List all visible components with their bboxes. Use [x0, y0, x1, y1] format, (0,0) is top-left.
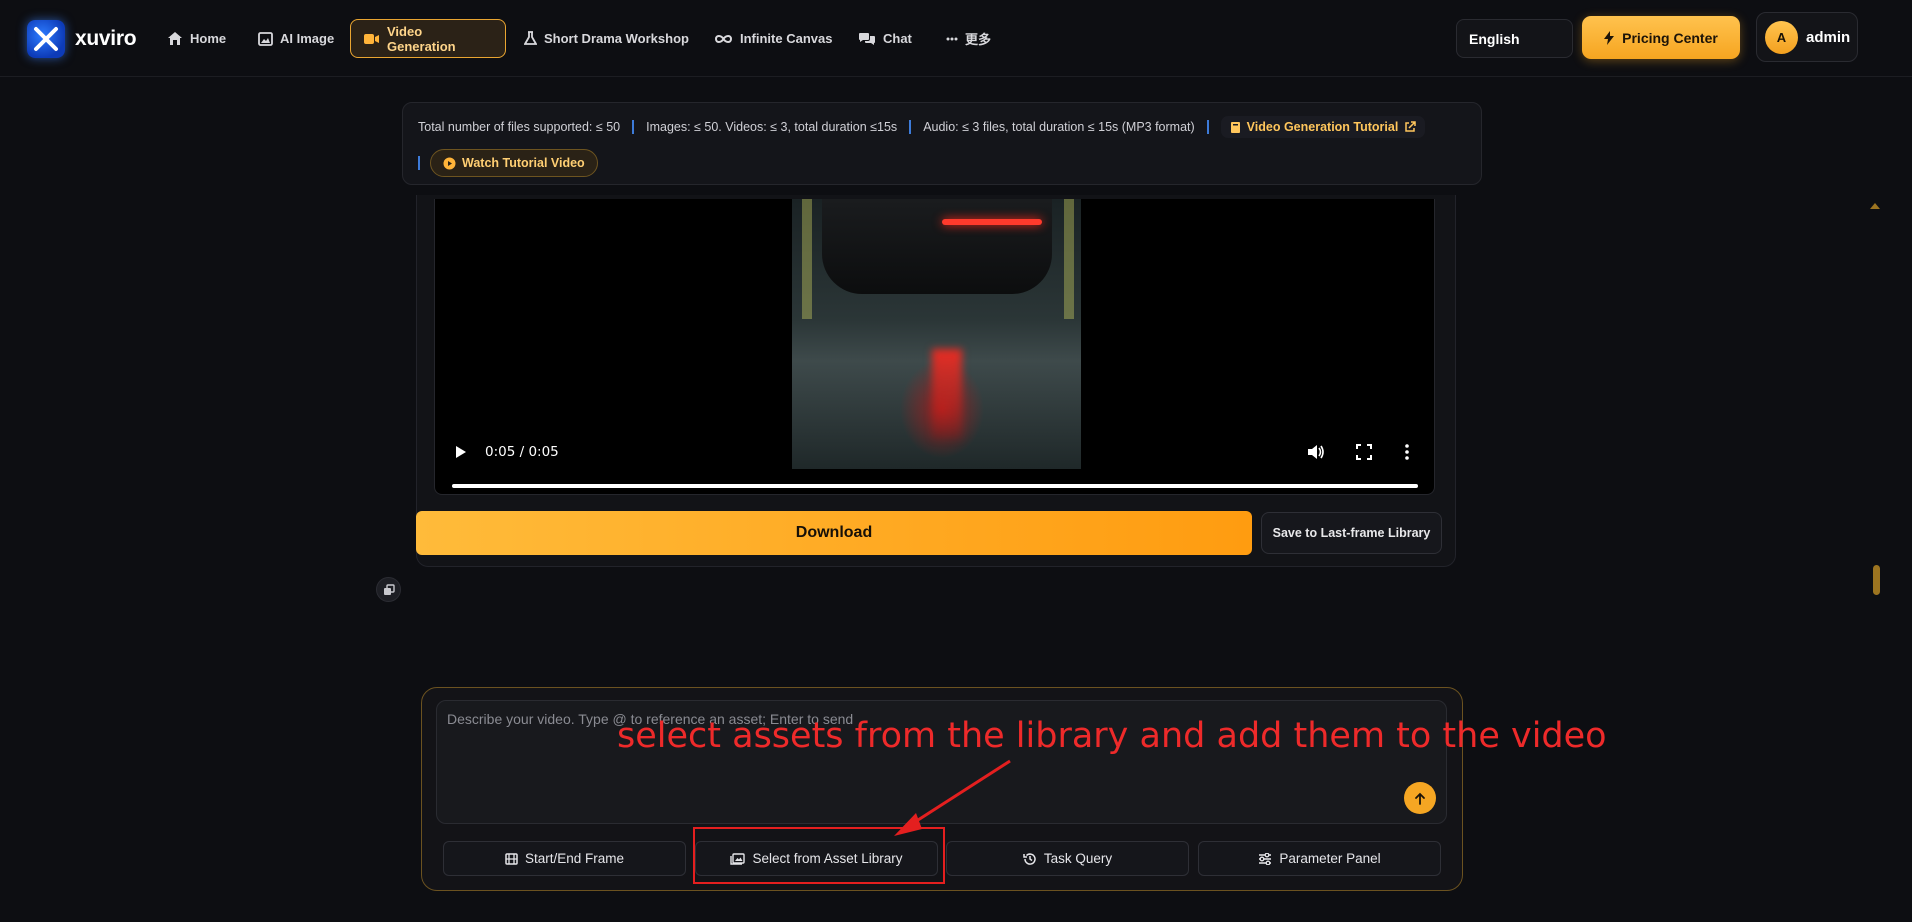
- nav-more-label: 更多: [965, 32, 992, 47]
- video-controls: 0:05 / 0:05: [435, 431, 1434, 494]
- parameter-panel-button[interactable]: Parameter Panel: [1198, 841, 1441, 876]
- nav-ai-image[interactable]: AI Image: [246, 19, 346, 58]
- separator: [909, 120, 912, 134]
- more-vertical-icon[interactable]: [1405, 444, 1409, 460]
- separator: [418, 156, 420, 170]
- nav-chat[interactable]: Chat: [846, 19, 924, 58]
- annotation-arrow-icon: [894, 759, 1011, 836]
- brand-logo[interactable]: xuviro: [27, 20, 137, 58]
- nav-home[interactable]: Home: [155, 19, 238, 58]
- user-menu[interactable]: A admin: [1756, 12, 1858, 62]
- nav-video-generation[interactable]: Video Generation: [350, 19, 506, 58]
- parking-pillar: [802, 199, 812, 319]
- nav-video-generation-label: Video Generation: [387, 23, 456, 54]
- video-player[interactable]: 0:05 / 0:05: [434, 199, 1435, 495]
- car-image: [822, 199, 1052, 294]
- user-name: admin: [1806, 28, 1851, 46]
- flask-icon: [524, 31, 537, 45]
- taillight-reflection: [932, 349, 962, 439]
- nav-infinite-canvas-label: Infinite Canvas: [740, 31, 833, 46]
- language-select[interactable]: English: [1456, 19, 1573, 58]
- book-icon: [1230, 121, 1240, 133]
- sliders-icon: [1259, 852, 1272, 865]
- parking-pillar: [1064, 199, 1074, 319]
- external-link-icon: [1405, 121, 1417, 132]
- play-icon[interactable]: [455, 445, 467, 459]
- annotation-text: select assets from the library and add t…: [617, 716, 1607, 756]
- parameter-panel-label: Parameter Panel: [1279, 851, 1381, 866]
- audio-limit: Audio: ≤ 3 files, total duration ≤ 15s (…: [923, 120, 1195, 134]
- image-icon: [258, 31, 273, 46]
- history-icon: [1023, 852, 1036, 865]
- files-total-limit: Total number of files supported: ≤ 50: [418, 120, 621, 134]
- start-end-frame-button[interactable]: Start/End Frame: [443, 841, 686, 876]
- pricing-center-label: Pricing Center: [1622, 29, 1718, 46]
- lightning-icon: [1604, 30, 1615, 45]
- watch-tutorial-label: Watch Tutorial Video: [462, 156, 585, 170]
- more-dots-icon: [946, 37, 958, 40]
- task-query-button[interactable]: Task Query: [946, 841, 1189, 876]
- volume-icon[interactable]: [1307, 444, 1325, 460]
- pricing-center-button[interactable]: Pricing Center: [1582, 16, 1740, 59]
- images-videos-limit: Images: ≤ 50. Videos: ≤ 3, total duratio…: [646, 120, 898, 134]
- start-end-frame-label: Start/End Frame: [524, 851, 625, 866]
- nav-short-drama-label: Short Drama Workshop: [544, 31, 689, 46]
- car-taillight: [942, 219, 1042, 225]
- scroll-up-arrow-icon[interactable]: [1870, 203, 1880, 209]
- task-query-label: Task Query: [1043, 851, 1113, 866]
- download-button[interactable]: Download: [416, 511, 1252, 555]
- arrow-up-icon: [1415, 792, 1425, 805]
- watch-tutorial-button[interactable]: Watch Tutorial Video: [430, 149, 598, 177]
- nav-more[interactable]: 更多: [934, 19, 1003, 58]
- nav-infinite-canvas[interactable]: Infinite Canvas: [702, 19, 844, 58]
- copy-icon: [383, 583, 395, 595]
- separator: [632, 120, 635, 134]
- brand-name: xuviro: [75, 27, 137, 50]
- fullscreen-icon[interactable]: [1356, 444, 1372, 460]
- chat-icon: [859, 32, 875, 45]
- save-last-frame-button[interactable]: Save to Last-frame Library: [1261, 512, 1442, 554]
- play-circle-icon: [443, 157, 456, 169]
- nav-home-label: Home: [190, 31, 227, 46]
- film-icon: [505, 852, 518, 865]
- separator: [1206, 120, 1209, 134]
- copy-button[interactable]: [376, 577, 401, 602]
- nav-chat-label: Chat: [883, 31, 912, 46]
- video-tutorial-label: Video Generation Tutorial: [1246, 120, 1399, 134]
- video-tutorial-link[interactable]: Video Generation Tutorial: [1220, 116, 1426, 138]
- video-time: 0:05 / 0:05: [485, 444, 559, 460]
- logo-x-icon: [27, 20, 65, 58]
- avatar: A: [1765, 20, 1798, 54]
- nav-short-drama[interactable]: Short Drama Workshop: [512, 19, 701, 58]
- video-frame: [792, 199, 1081, 469]
- infinity-icon: [714, 34, 733, 43]
- nav-ai-image-label: AI Image: [280, 31, 335, 46]
- send-button[interactable]: [1404, 782, 1436, 814]
- top-nav: xuviro Home AI Image Video Generation Sh…: [0, 0, 1912, 77]
- home-icon: [168, 32, 182, 45]
- video-progress-bar[interactable]: [452, 484, 1418, 488]
- scrollbar-thumb[interactable]: [1873, 565, 1880, 595]
- upload-limits-bar: Total number of files supported: ≤ 50 Im…: [402, 102, 1482, 185]
- video-icon: [364, 33, 379, 44]
